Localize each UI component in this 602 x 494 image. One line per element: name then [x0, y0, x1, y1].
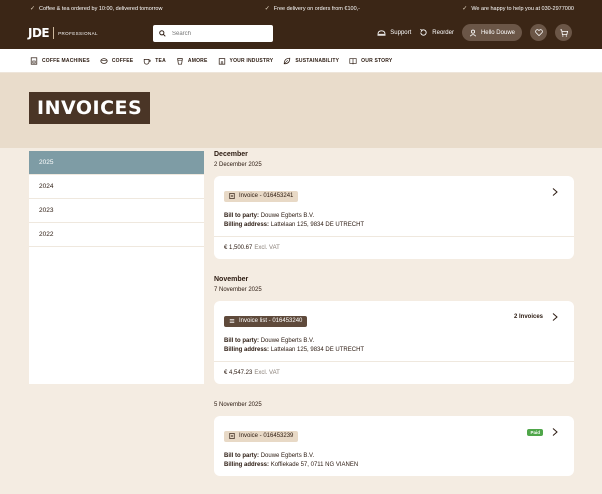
- date-heading: 5 November 2025: [214, 402, 262, 408]
- list-icon: [229, 319, 235, 323]
- chevron-right-icon[interactable]: [552, 428, 558, 436]
- invoice-list: December 2 December 2025 Invoice - 01645…: [214, 151, 574, 476]
- month-heading: November: [214, 276, 249, 283]
- check-icon: ✓: [30, 6, 36, 12]
- invoice-card[interactable]: Invoice - 016453239 Paid Bill to party: …: [214, 416, 574, 476]
- year-item-2025[interactable]: 2025: [29, 151, 204, 175]
- usp-bar: ✓ Coffee & tea ordered by 10:00, delivere…: [0, 0, 602, 17]
- invoice-count: 2 Invoices: [513, 314, 543, 320]
- main-nav: COFFE MACHINES COFFEE TEA AMORE YOUR INDUSTR…: [0, 49, 602, 73]
- support-icon: [377, 29, 386, 36]
- nav-item-tea[interactable]: TEA: [143, 57, 166, 65]
- chevron-right-icon[interactable]: [552, 313, 558, 321]
- status-badge: Paid: [527, 428, 543, 436]
- invoice-card[interactable]: Invoice - 016453241 Bill to party: Douwe…: [214, 176, 574, 259]
- coffee-machine-icon: [30, 56, 38, 65]
- document-icon: [229, 433, 235, 439]
- building-icon: [218, 57, 225, 65]
- usp-item: ✓ Coffee & tea ordered by 10:00, delivere…: [30, 5, 163, 13]
- book-icon: [349, 57, 357, 64]
- search-icon: [159, 30, 166, 37]
- nav-item-sustainability[interactable]: SUSTAINABILITY: [283, 57, 339, 65]
- account-button[interactable]: Hello Douwe: [461, 24, 522, 41]
- date-heading: 7 November 2025: [214, 287, 262, 293]
- cart-icon: [559, 28, 568, 37]
- jde-logo[interactable]: JDE PROFESSIONAL: [28, 26, 98, 40]
- check-icon: ✓: [264, 6, 270, 12]
- page-hero: INVOICES: [0, 73, 602, 148]
- check-icon: ✓: [462, 6, 468, 12]
- invoice-amount: € 4,547.23 Excl. VAT: [214, 361, 574, 384]
- usp-item: ✓ Free delivery on orders from €100,-: [264, 5, 360, 13]
- year-filter: 2025 2024 2023 2022: [29, 151, 204, 384]
- support-link[interactable]: Support: [377, 29, 411, 37]
- tea-cup-icon: [144, 58, 151, 65]
- year-item-2024[interactable]: 2024: [29, 175, 204, 199]
- user-icon: [469, 29, 477, 36]
- site-header: JDE PROFESSIONAL Support Reorder Hello D…: [0, 17, 602, 49]
- reorder-icon: [420, 28, 427, 36]
- year-item-2023[interactable]: 2023: [29, 199, 204, 223]
- reorder-link[interactable]: Reorder: [419, 28, 454, 37]
- chevron-right-icon[interactable]: [552, 188, 558, 196]
- invoice-amount: € 1,500.67 Excl. VAT: [214, 236, 574, 259]
- nav-item-coffe-machines[interactable]: COFFE MACHINES: [30, 56, 90, 65]
- nav-item-amore[interactable]: AMORE: [176, 57, 208, 65]
- header-actions: Support Reorder Hello Douwe: [377, 24, 572, 41]
- search-input[interactable]: [172, 30, 262, 37]
- invoice-tag: Invoice - 016453241: [224, 190, 299, 202]
- usp-item: ✓ We are happy to help you at 030-2977000: [462, 5, 574, 13]
- invoice-list-tag: Invoice list - 016453240: [224, 315, 308, 327]
- coffee-bean-icon: [100, 57, 108, 64]
- year-item-2022[interactable]: 2022: [29, 223, 204, 247]
- invoice-tag: Invoice - 016453239: [224, 430, 299, 442]
- nav-item-our-story[interactable]: OUR STORY: [349, 57, 392, 65]
- leaf-icon: [284, 57, 291, 64]
- page-title: INVOICES: [29, 92, 151, 124]
- month-heading: December: [214, 151, 248, 158]
- heart-icon: [534, 29, 543, 36]
- invoice-card[interactable]: Invoice list - 016453240 2 Invoices Bill…: [214, 301, 574, 384]
- favorites-button[interactable]: [530, 24, 547, 41]
- search-bar[interactable]: [153, 25, 273, 42]
- nav-item-your-industry[interactable]: YOUR INDUSTRY: [218, 57, 274, 65]
- date-heading: 2 December 2025: [214, 162, 262, 168]
- document-icon: [229, 193, 235, 199]
- cart-button[interactable]: [555, 24, 572, 41]
- nav-item-coffee[interactable]: COFFEE: [100, 57, 133, 65]
- cup-icon: [177, 57, 183, 65]
